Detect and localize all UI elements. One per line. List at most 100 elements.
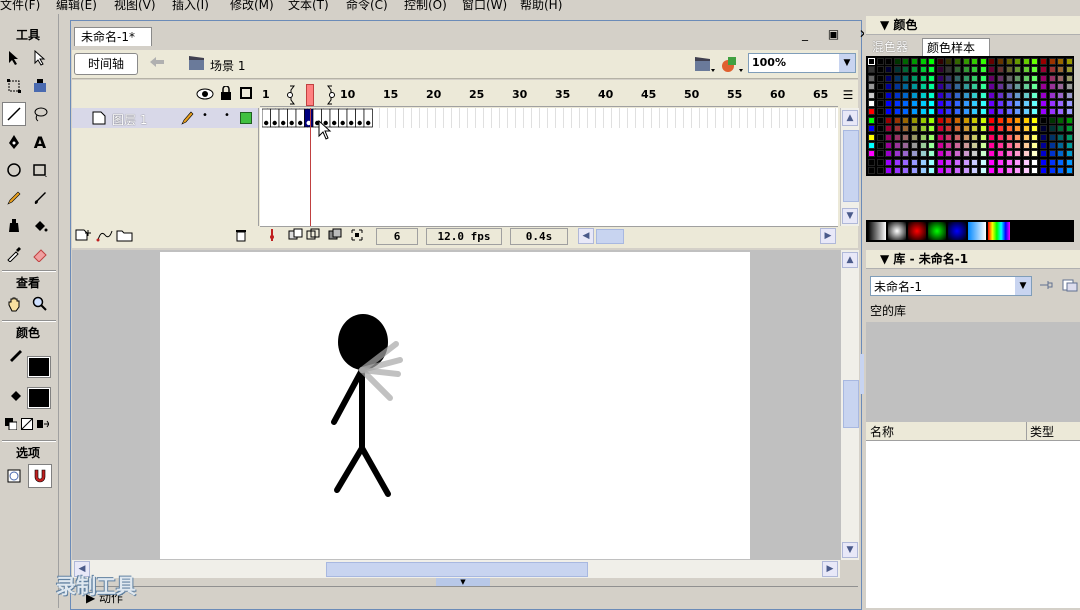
- ink-bottle-tool-icon[interactable]: [2, 214, 26, 238]
- color-swatch[interactable]: [928, 58, 936, 65]
- color-swatch[interactable]: [936, 133, 944, 141]
- color-swatch[interactable]: [1005, 133, 1013, 141]
- color-swatch[interactable]: [1040, 66, 1047, 74]
- color-swatch[interactable]: [911, 108, 918, 116]
- onion-skin-icon[interactable]: [288, 228, 304, 245]
- color-swatch[interactable]: [1031, 100, 1039, 107]
- color-swatch[interactable]: [876, 83, 884, 91]
- color-swatch[interactable]: [902, 74, 910, 82]
- color-swatch[interactable]: [962, 167, 970, 175]
- color-swatch[interactable]: [876, 142, 884, 149]
- color-swatch[interactable]: [988, 91, 996, 99]
- color-swatch[interactable]: [1005, 91, 1013, 99]
- color-swatch[interactable]: [885, 142, 893, 149]
- color-swatch[interactable]: [988, 74, 996, 82]
- color-swatch[interactable]: [962, 58, 970, 65]
- color-swatch[interactable]: [928, 83, 936, 91]
- arrow-tool-icon[interactable]: [2, 46, 26, 70]
- color-swatch[interactable]: [885, 150, 893, 158]
- color-swatch[interactable]: [988, 66, 996, 74]
- trash-icon[interactable]: [234, 228, 248, 245]
- color-swatch[interactable]: [936, 158, 944, 166]
- scroll-thumb[interactable]: [843, 130, 859, 202]
- actions-panel-header[interactable]: ▶ 动作: [72, 586, 858, 609]
- color-swatch[interactable]: [954, 167, 961, 175]
- color-swatch[interactable]: [885, 158, 893, 166]
- color-swatch[interactable]: [876, 100, 884, 107]
- color-swatch[interactable]: [1065, 133, 1073, 141]
- fill-color-swatch[interactable]: [27, 387, 51, 409]
- layer-name[interactable]: 图层 1: [112, 111, 147, 128]
- color-swatch[interactable]: [1048, 150, 1056, 158]
- color-swatch[interactable]: [1031, 150, 1039, 158]
- color-swatch[interactable]: [893, 158, 901, 166]
- color-swatch[interactable]: [893, 116, 901, 124]
- color-swatch[interactable]: [893, 108, 901, 116]
- menu-commands[interactable]: 命令(C): [346, 0, 388, 13]
- color-swatch[interactable]: [1040, 125, 1047, 133]
- eraser-tool-icon[interactable]: [28, 242, 52, 266]
- tab-color-swatches[interactable]: 颜色样本: [922, 38, 990, 57]
- color-swatch[interactable]: [928, 167, 936, 175]
- figure-arm[interactable]: [331, 367, 365, 425]
- color-swatch[interactable]: [979, 167, 987, 175]
- color-swatch[interactable]: [902, 58, 910, 65]
- color-swatch[interactable]: [928, 91, 936, 99]
- color-swatch[interactable]: [1022, 142, 1030, 149]
- fill-transform-tool-icon[interactable]: [28, 74, 52, 98]
- color-swatch[interactable]: [1065, 125, 1073, 133]
- color-swatch[interactable]: [936, 58, 944, 65]
- color-swatch[interactable]: [1040, 83, 1047, 91]
- color-swatch[interactable]: [979, 116, 987, 124]
- edit-multiple-frames-icon[interactable]: [328, 228, 342, 245]
- color-swatch[interactable]: [928, 108, 936, 116]
- color-swatch[interactable]: [868, 142, 875, 149]
- frame-ruler[interactable]: 1 10 15 20 25 30 35 40 45 50 55 60 65: [260, 84, 838, 107]
- color-swatch[interactable]: [1031, 133, 1039, 141]
- gradient-swatch[interactable]: [888, 222, 906, 240]
- subselect-tool-icon[interactable]: [28, 46, 52, 70]
- color-swatch[interactable]: [1040, 91, 1047, 99]
- stick-figure[interactable]: [160, 252, 750, 559]
- color-swatch[interactable]: [928, 100, 936, 107]
- color-swatch[interactable]: [885, 125, 893, 133]
- gradient-swatch[interactable]: [948, 222, 966, 240]
- color-swatch[interactable]: [988, 108, 996, 116]
- playhead[interactable]: [306, 84, 314, 106]
- color-swatch[interactable]: [893, 91, 901, 99]
- brush-tool-icon[interactable]: [28, 186, 52, 210]
- color-swatch[interactable]: [902, 83, 910, 91]
- timeline-toggle-button[interactable]: 时间轴: [74, 53, 138, 75]
- color-swatch[interactable]: [1065, 142, 1073, 149]
- color-swatch[interactable]: [1040, 150, 1047, 158]
- gradient-swatch[interactable]: [868, 222, 886, 240]
- color-swatch[interactable]: [876, 91, 884, 99]
- library-doc-select[interactable]: 未命名-1 ▼: [870, 276, 1032, 296]
- scroll-right-icon[interactable]: ▶: [822, 561, 838, 577]
- color-swatch[interactable]: [988, 125, 996, 133]
- library-panel-header[interactable]: ▼ 库 - 未命名-1: [866, 250, 1080, 269]
- color-swatch[interactable]: [945, 167, 953, 175]
- color-swatch[interactable]: [919, 74, 927, 82]
- color-swatch[interactable]: [885, 58, 893, 65]
- color-swatch[interactable]: [1057, 74, 1065, 82]
- color-swatch[interactable]: [1022, 100, 1030, 107]
- object-drawing-icon[interactable]: [2, 464, 26, 488]
- gradient-swatch[interactable]: [988, 222, 1010, 240]
- color-swatch[interactable]: [997, 158, 1004, 166]
- color-swatch[interactable]: [997, 108, 1004, 116]
- color-swatch[interactable]: [1014, 91, 1022, 99]
- color-swatch[interactable]: [1065, 100, 1073, 107]
- color-swatch[interactable]: [1040, 108, 1047, 116]
- color-swatch[interactable]: [876, 133, 884, 141]
- color-swatch[interactable]: [945, 133, 953, 141]
- color-swatch[interactable]: [1065, 167, 1073, 175]
- color-swatch[interactable]: [919, 66, 927, 74]
- color-swatch[interactable]: [1031, 108, 1039, 116]
- color-swatch[interactable]: [988, 116, 996, 124]
- color-swatch[interactable]: [1014, 116, 1022, 124]
- color-swatch[interactable]: [988, 167, 996, 175]
- eyedropper-tool-icon[interactable]: [2, 242, 26, 266]
- color-swatch[interactable]: [997, 83, 1004, 91]
- color-swatch[interactable]: [928, 74, 936, 82]
